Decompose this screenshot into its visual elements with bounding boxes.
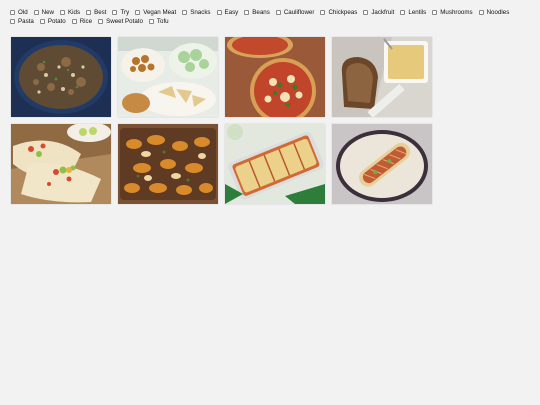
filter-noodles[interactable]: Noodles bbox=[478, 8, 510, 17]
filter-label: Pasta bbox=[18, 18, 34, 25]
checkbox[interactable] bbox=[71, 19, 77, 24]
grain-bowl-photo bbox=[11, 37, 111, 117]
filter-mushrooms[interactable]: Mushrooms bbox=[432, 8, 473, 17]
soup-and-bread-photo bbox=[332, 37, 432, 117]
checkbox[interactable] bbox=[275, 10, 281, 15]
filter-label: Try bbox=[120, 9, 130, 16]
roasted-vegetables-photo bbox=[118, 124, 218, 204]
checkbox[interactable] bbox=[148, 19, 154, 24]
filter-chickpeas[interactable]: Chickpeas bbox=[320, 8, 357, 17]
filter-label: Easy bbox=[224, 9, 239, 16]
filter-sweet-potato[interactable]: Sweet Potato bbox=[98, 17, 143, 26]
recipe-card-enchiladas[interactable] bbox=[225, 124, 325, 204]
checkbox[interactable] bbox=[10, 10, 15, 15]
checkbox[interactable] bbox=[478, 10, 484, 15]
checkbox[interactable] bbox=[33, 10, 39, 15]
recipe-card-snack-platter[interactable] bbox=[118, 37, 218, 117]
recipe-card-wrap[interactable] bbox=[332, 124, 432, 204]
filter-try[interactable]: Try bbox=[112, 8, 129, 17]
checkbox[interactable] bbox=[135, 10, 141, 15]
filter-label: Noodles bbox=[486, 9, 510, 16]
filter-old[interactable]: Old bbox=[10, 8, 28, 17]
filter-bar: Old New Kids Best Try Vegan Meat Snacks … bbox=[10, 8, 535, 26]
checkbox[interactable] bbox=[432, 10, 438, 15]
filter-label: New bbox=[41, 9, 55, 16]
filter-beans[interactable]: Beans bbox=[244, 8, 270, 17]
checkbox[interactable] bbox=[363, 10, 369, 15]
checkbox[interactable] bbox=[39, 19, 45, 24]
filter-label: Cauliflower bbox=[283, 9, 315, 16]
snack-platter-photo bbox=[118, 37, 218, 117]
filter-easy[interactable]: Easy bbox=[216, 8, 239, 17]
recipe-card-roasted-vegetables[interactable] bbox=[118, 124, 218, 204]
filter-label: Sweet Potato bbox=[106, 18, 143, 25]
filter-label: Rice bbox=[79, 18, 93, 25]
checkbox[interactable] bbox=[320, 10, 326, 15]
checkbox[interactable] bbox=[10, 19, 15, 24]
filter-tofu[interactable]: Tofu bbox=[148, 17, 169, 26]
checkbox[interactable] bbox=[182, 10, 188, 15]
filter-label: Kids bbox=[68, 9, 81, 16]
filter-label: Potato bbox=[47, 18, 66, 25]
filter-vegan-meat[interactable]: Vegan Meat bbox=[135, 8, 176, 17]
checkbox[interactable] bbox=[244, 10, 250, 15]
filter-snacks[interactable]: Snacks bbox=[182, 8, 211, 17]
filter-label: Best bbox=[94, 9, 107, 16]
filter-best[interactable]: Best bbox=[86, 8, 106, 17]
recipe-card-soup-and-bread[interactable] bbox=[332, 37, 432, 117]
recipe-card-grain-bowl[interactable] bbox=[11, 37, 111, 117]
filter-label: Chickpeas bbox=[328, 9, 358, 16]
filter-rice[interactable]: Rice bbox=[71, 17, 93, 26]
pizza-photo bbox=[225, 37, 325, 117]
filter-new[interactable]: New bbox=[33, 8, 55, 17]
filter-potato[interactable]: Potato bbox=[39, 17, 66, 26]
filter-cauliflower[interactable]: Cauliflower bbox=[275, 8, 315, 17]
checkbox[interactable] bbox=[98, 19, 104, 24]
filter-jackfruit[interactable]: Jackfruit bbox=[363, 8, 394, 17]
filter-lentils[interactable]: Lentils bbox=[400, 8, 426, 17]
recipe-card-pizza[interactable] bbox=[225, 37, 325, 117]
filter-pasta[interactable]: Pasta bbox=[10, 17, 34, 26]
checkbox[interactable] bbox=[86, 10, 92, 15]
filter-kids[interactable]: Kids bbox=[60, 8, 80, 17]
checkbox[interactable] bbox=[216, 10, 222, 15]
filter-label: Snacks bbox=[190, 9, 211, 16]
filter-label: Lentils bbox=[408, 9, 427, 16]
checkbox[interactable] bbox=[60, 10, 66, 15]
filter-label: Old bbox=[18, 9, 28, 16]
enchiladas-photo bbox=[225, 124, 325, 204]
filter-label: Beans bbox=[252, 9, 270, 16]
filter-label: Vegan Meat bbox=[143, 9, 177, 16]
recipe-grid bbox=[11, 37, 432, 204]
filter-label: Mushrooms bbox=[440, 9, 473, 16]
filter-label: Tofu bbox=[156, 18, 169, 25]
checkbox[interactable] bbox=[112, 10, 118, 15]
wrap-photo bbox=[332, 124, 432, 204]
filter-label: Jackfruit bbox=[371, 9, 395, 16]
checkbox[interactable] bbox=[400, 10, 406, 15]
recipe-card-tacos[interactable] bbox=[11, 124, 111, 204]
tacos-photo bbox=[11, 124, 111, 204]
